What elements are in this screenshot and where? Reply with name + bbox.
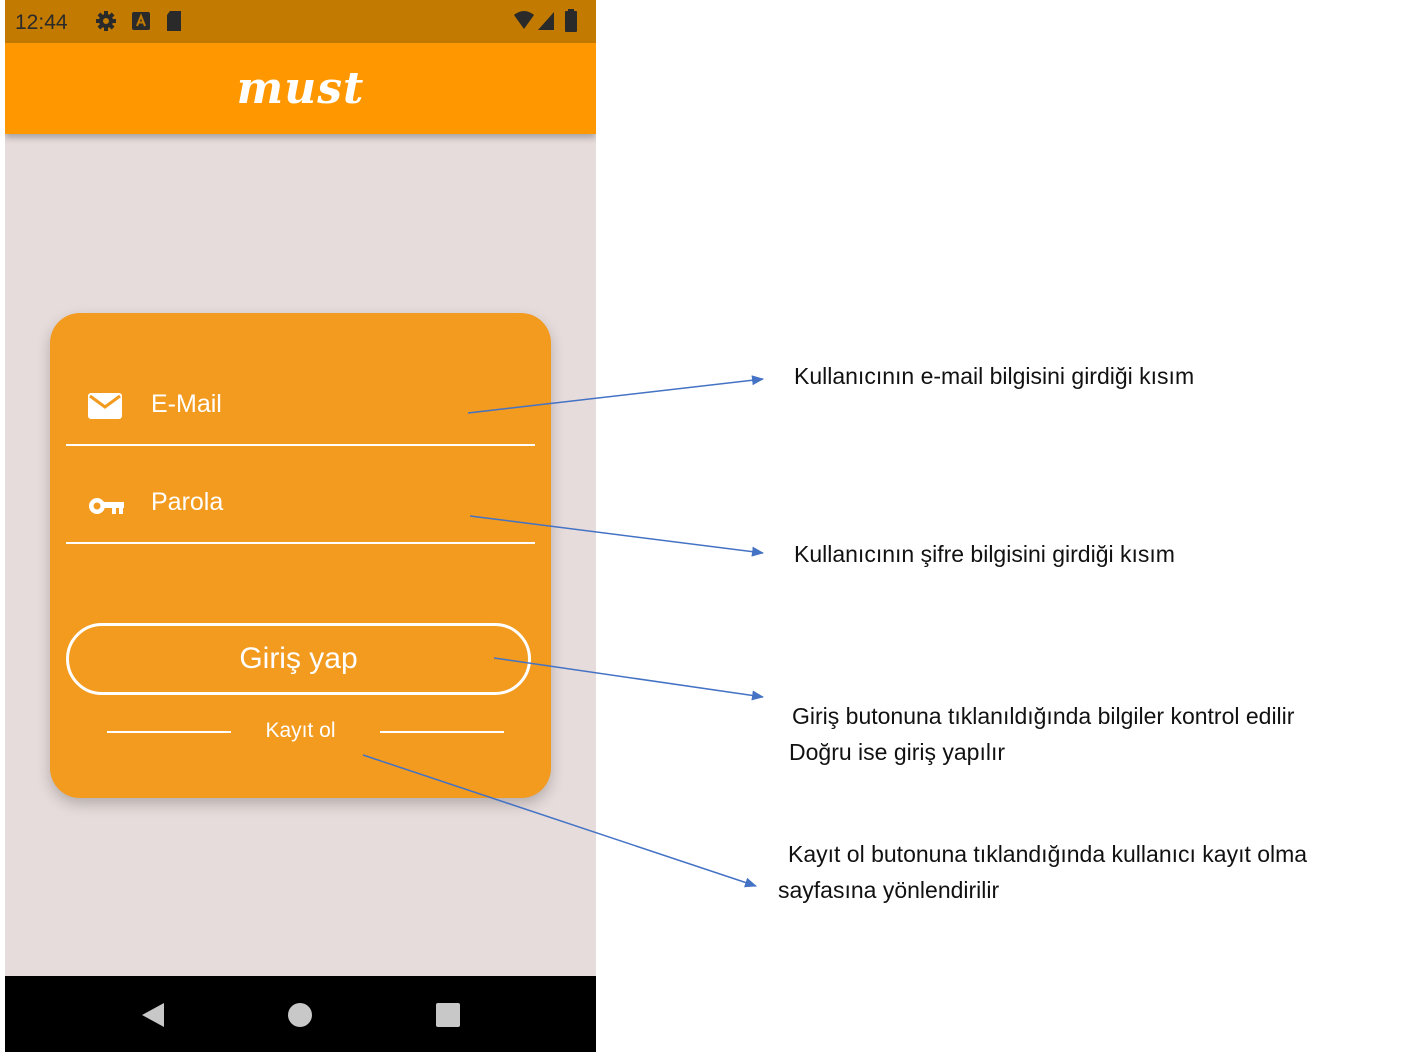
annotation-login-line2: Doğru ise giriş yapılır bbox=[789, 739, 1006, 765]
annotation-login-line1: Giriş butonuna tıklanıldığında bilgiler … bbox=[792, 703, 1295, 729]
callout-arrows bbox=[362, 375, 764, 888]
annotation-email: Kullanıcının e-mail bilgisini girdiği kı… bbox=[794, 363, 1195, 389]
annotation-register-line2: sayfasına yönlendirilir bbox=[778, 877, 1000, 903]
register-callout-arrow bbox=[362, 754, 757, 888]
login-callout-arrow bbox=[493, 657, 764, 701]
email-callout-arrow bbox=[467, 375, 764, 414]
annotation-password: Kullanıcının şifre bilgisini girdiği kıs… bbox=[794, 541, 1175, 567]
annotation-register-line1: Kayıt ol butonuna tıklandığında kullanıc… bbox=[788, 841, 1308, 867]
password-callout-arrow bbox=[469, 515, 764, 557]
